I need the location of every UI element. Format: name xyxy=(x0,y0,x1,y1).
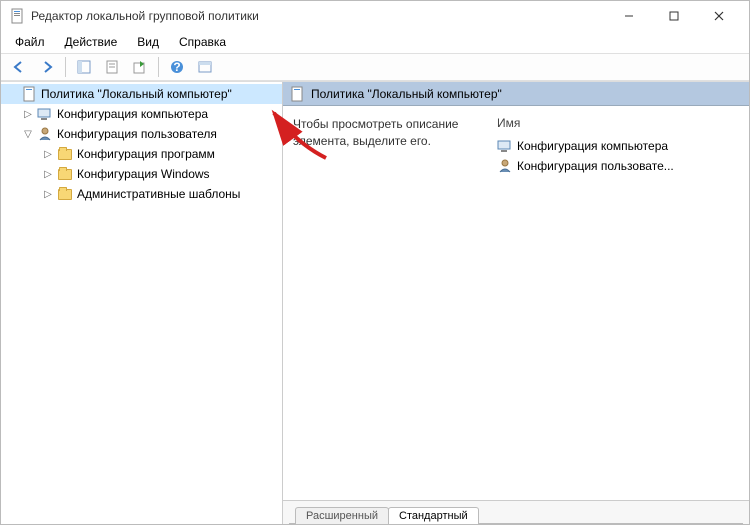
tab-standard[interactable]: Стандартный xyxy=(388,507,479,524)
tree-user-config[interactable]: ▽ Конфигурация пользователя xyxy=(1,124,282,144)
folder-icon xyxy=(57,146,73,162)
expander-collapsed-icon[interactable]: ▷ xyxy=(21,107,35,121)
computer-icon xyxy=(37,106,53,122)
tree-label: Конфигурация компьютера xyxy=(57,107,208,121)
details-panel: Политика "Локальный компьютер" Чтобы про… xyxy=(283,82,749,524)
forward-button[interactable] xyxy=(35,55,59,79)
tree-software-settings[interactable]: ▷ Конфигурация программ xyxy=(1,144,282,164)
tree-admin-templates[interactable]: ▷ Административные шаблоны xyxy=(1,184,282,204)
menu-action[interactable]: Действие xyxy=(57,33,126,51)
app-icon xyxy=(9,8,25,24)
tree-label: Политика "Локальный компьютер" xyxy=(41,87,232,101)
titlebar: Редактор локальной групповой политики xyxy=(1,1,749,31)
maximize-button[interactable] xyxy=(651,2,696,30)
tree-root-policy[interactable]: Политика "Локальный компьютер" xyxy=(1,84,282,104)
show-hide-tree-button[interactable] xyxy=(72,55,96,79)
minimize-button[interactable] xyxy=(606,2,651,30)
menu-view[interactable]: Вид xyxy=(129,33,167,51)
expander-icon xyxy=(5,87,19,101)
folder-icon xyxy=(57,186,73,202)
content-area: Политика "Локальный компьютер" ▷ Конфигу… xyxy=(1,81,749,524)
view-tabs: Расширенный Стандартный xyxy=(283,500,749,524)
policy-icon xyxy=(289,86,305,102)
description-text: Чтобы просмотреть описание элемента, выд… xyxy=(293,116,473,490)
tree-panel: Политика "Локальный компьютер" ▷ Конфигу… xyxy=(1,82,283,524)
filter-button[interactable] xyxy=(193,55,217,79)
toolbar-separator xyxy=(158,57,159,77)
menubar: Файл Действие Вид Справка xyxy=(1,31,749,53)
details-header: Политика "Локальный компьютер" xyxy=(283,82,749,106)
list-item-label: Конфигурация компьютера xyxy=(517,139,668,153)
list-item-computer-config[interactable]: Конфигурация компьютера xyxy=(493,136,739,156)
tree-computer-config[interactable]: ▷ Конфигурация компьютера xyxy=(1,104,282,124)
tree-label: Административные шаблоны xyxy=(77,187,240,201)
menu-file[interactable]: Файл xyxy=(7,33,53,51)
details-header-title: Политика "Локальный компьютер" xyxy=(311,87,502,101)
list-item-user-config[interactable]: Конфигурация пользовате... xyxy=(493,156,739,176)
policy-icon xyxy=(21,86,37,102)
list-item-label: Конфигурация пользовате... xyxy=(517,159,674,173)
expander-collapsed-icon[interactable]: ▷ xyxy=(41,147,55,161)
column-header-name[interactable]: Имя xyxy=(493,116,739,136)
user-icon xyxy=(497,158,513,174)
export-button[interactable] xyxy=(128,55,152,79)
close-button[interactable] xyxy=(696,2,741,30)
items-list: Имя Конфигурация компьютера Конфигурация… xyxy=(493,116,739,490)
tab-extended[interactable]: Расширенный xyxy=(295,507,389,524)
toolbar-separator xyxy=(65,57,66,77)
svg-text:?: ? xyxy=(173,60,180,74)
expander-expanded-icon[interactable]: ▽ xyxy=(21,127,35,141)
toolbar: ? xyxy=(1,53,749,81)
help-button[interactable]: ? xyxy=(165,55,189,79)
details-body: Чтобы просмотреть описание элемента, выд… xyxy=(283,106,749,500)
tree-label: Конфигурация программ xyxy=(77,147,215,161)
tree-windows-settings[interactable]: ▷ Конфигурация Windows xyxy=(1,164,282,184)
folder-icon xyxy=(57,166,73,182)
window-title: Редактор локальной групповой политики xyxy=(31,9,606,23)
expander-collapsed-icon[interactable]: ▷ xyxy=(41,187,55,201)
tree-label: Конфигурация пользователя xyxy=(57,127,217,141)
window: Редактор локальной групповой политики Фа… xyxy=(0,0,750,525)
computer-icon xyxy=(497,138,513,154)
properties-button[interactable] xyxy=(100,55,124,79)
back-button[interactable] xyxy=(7,55,31,79)
expander-collapsed-icon[interactable]: ▷ xyxy=(41,167,55,181)
menu-help[interactable]: Справка xyxy=(171,33,234,51)
tree-label: Конфигурация Windows xyxy=(77,167,210,181)
user-icon xyxy=(37,126,53,142)
